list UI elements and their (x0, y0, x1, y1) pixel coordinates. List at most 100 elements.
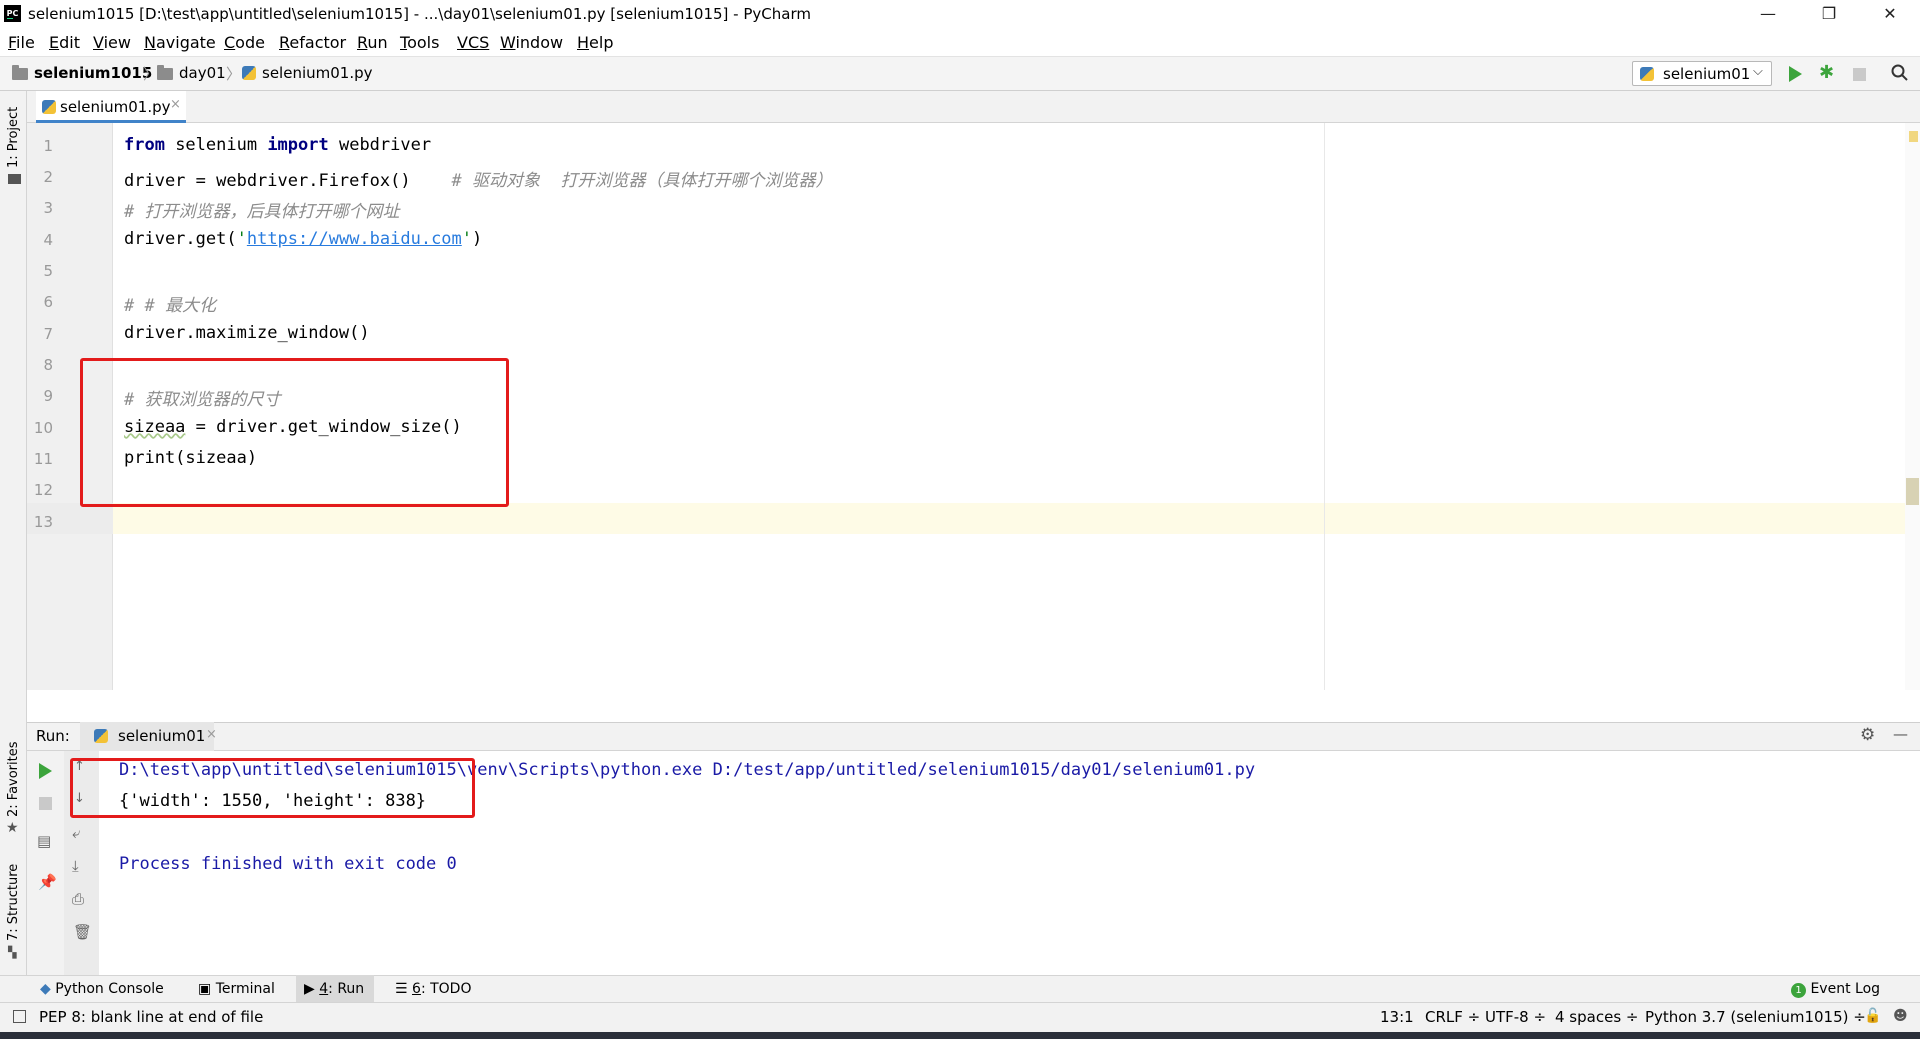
menu-vcs[interactable]: VCS (457, 33, 489, 52)
structure-tool-tab[interactable]: 7: Structure (6, 864, 21, 941)
layout-icon[interactable]: ▤ (37, 832, 51, 850)
run-icon: ▶ (304, 981, 315, 997)
run-panel-header (27, 722, 1920, 751)
url-link[interactable]: https://www.baidu.com (247, 229, 462, 249)
python-icon (94, 729, 108, 743)
line-number: 10 (33, 419, 53, 437)
editor-scrollbar[interactable] (1905, 123, 1920, 690)
code-line-3: # 打开浏览器，后具体打开哪个网址 (124, 202, 400, 222)
lock-icon[interactable]: 🔓 (1864, 1008, 1881, 1024)
python-interpreter[interactable]: Python 3.7 (selenium1015) ÷ (1645, 1008, 1866, 1026)
project-folder-icon (8, 174, 21, 184)
line-number: 11 (33, 450, 53, 468)
close-tab-icon[interactable]: × (206, 727, 217, 742)
folder-icon (157, 65, 173, 80)
breadcrumb-separator: 〉 (226, 65, 242, 83)
editor-tab-bar (27, 91, 1920, 123)
code-line-6: # # 最大化 (124, 296, 216, 316)
menu-refactor[interactable]: Refactor (279, 33, 346, 52)
line-number: 6 (43, 293, 53, 311)
inspector-icon[interactable]: ☻ (1893, 1008, 1908, 1024)
menu-help[interactable]: Help (577, 33, 613, 52)
line-number: 9 (43, 387, 53, 405)
console-exit-message: Process finished with exit code 0 (119, 854, 457, 874)
code-line-4: driver.get('https://www.baidu.com') (124, 229, 483, 249)
event-log-tab[interactable]: 1 Event Log (1791, 975, 1880, 1002)
line-number: 8 (43, 356, 53, 374)
scroll-to-end-icon[interactable]: ⤓ (72, 857, 79, 875)
code-line-7: driver.maximize_window() (124, 323, 370, 343)
code-line-1: from selenium import webdriver (124, 135, 432, 155)
restore-button[interactable]: ❐ (1799, 0, 1859, 28)
line-number: 7 (43, 325, 53, 343)
cursor-position[interactable]: 13:1 (1380, 1008, 1414, 1026)
line-separator[interactable]: CRLF ÷ (1425, 1008, 1480, 1026)
breadcrumb-file[interactable]: selenium01.py (262, 64, 373, 82)
debug-bug-icon[interactable]: ✱ (1819, 62, 1834, 83)
taskbar-strip (0, 1032, 1920, 1039)
print-icon[interactable]: ⎙ (72, 890, 84, 908)
output-highlight-box (70, 758, 475, 818)
caret-line-highlight (113, 503, 1905, 534)
scrollbar-thumb[interactable] (1906, 478, 1919, 505)
menu-navigate[interactable]: Navigate (144, 33, 216, 52)
run-panel-label: Run: (36, 727, 70, 745)
favorites-tool-tab[interactable]: 2: Favorites (6, 741, 21, 817)
editor-tab-selenium01[interactable]: selenium01.py × (36, 91, 186, 123)
search-icon[interactable] (1891, 64, 1909, 82)
pin-icon[interactable]: 📌 (38, 873, 57, 891)
event-count-badge: 1 (1791, 983, 1806, 998)
python-console-tab[interactable]: ◆ Python Console (40, 975, 164, 1002)
menu-run[interactable]: Run (357, 33, 388, 52)
line-number: 13 (33, 513, 53, 531)
line-number: 12 (33, 481, 53, 499)
breadcrumb-separator: 〉 (143, 65, 159, 83)
run-configuration-dropdown[interactable]: selenium01 ⌵ (1632, 61, 1772, 86)
menu-file[interactable]: File (8, 33, 35, 52)
python-icon: ◆ (40, 981, 51, 997)
breadcrumb-project[interactable]: selenium1015 (34, 64, 152, 82)
rerun-icon[interactable] (39, 763, 52, 779)
chevron-down-icon: ⌵ (1753, 64, 1763, 79)
menu-tools[interactable]: Tools (400, 33, 439, 52)
python-file-icon (42, 100, 56, 114)
terminal-tab[interactable]: ▣ Terminal (198, 975, 275, 1002)
code-highlight-box (80, 358, 509, 507)
gear-icon[interactable]: ⚙ (1860, 725, 1875, 745)
run-tool-tab[interactable]: ▶ 4: Run (296, 975, 374, 1002)
project-tool-tab[interactable]: 1: Project (6, 107, 21, 168)
right-margin-guide (1324, 123, 1325, 690)
file-encoding[interactable]: UTF-8 ÷ (1485, 1008, 1546, 1026)
inspection-marker[interactable] (1909, 131, 1918, 142)
menu-window[interactable]: Window (500, 33, 563, 52)
soft-wrap-icon[interactable]: ⤶ (72, 824, 80, 842)
python-icon (1640, 67, 1654, 81)
menu-edit[interactable]: Edit (49, 33, 80, 52)
structure-icon: ▚ (8, 946, 17, 959)
menu-view[interactable]: View (93, 33, 131, 52)
close-tab-icon[interactable]: × (170, 97, 181, 112)
stop-icon[interactable] (1853, 68, 1866, 81)
indent-setting[interactable]: 4 spaces ÷ (1555, 1008, 1638, 1026)
run-icon[interactable] (1789, 66, 1802, 82)
line-number: 5 (43, 262, 53, 280)
bottom-tool-tabs (0, 975, 1920, 1002)
window-title: selenium1015 [D:\test\app\untitled\selen… (28, 5, 811, 23)
run-tab-label: selenium01 (118, 727, 206, 745)
python-file-icon (242, 66, 256, 80)
stop-icon[interactable] (39, 797, 52, 810)
run-tab-selenium01[interactable]: selenium01 × (80, 722, 217, 751)
minimize-button[interactable]: — (1738, 0, 1798, 28)
close-window-button[interactable]: ✕ (1860, 0, 1920, 28)
trash-icon[interactable]: 🗑 (73, 923, 92, 941)
hide-panel-icon[interactable]: — (1893, 725, 1908, 743)
left-tool-strip (0, 91, 27, 975)
menu-code[interactable]: Code (224, 33, 265, 52)
toggle-tool-windows-icon[interactable] (13, 1010, 26, 1023)
line-number: 3 (43, 199, 53, 217)
breadcrumb-folder[interactable]: day01 (179, 64, 226, 82)
todo-tab[interactable]: ☰ 6: TODO (395, 975, 471, 1002)
status-message: PEP 8: blank line at end of file (39, 1008, 264, 1026)
run-configuration-label: selenium01 (1663, 65, 1751, 83)
code-line-2: driver = webdriver.Firefox() # 驱动对象 打开浏览… (124, 171, 833, 191)
